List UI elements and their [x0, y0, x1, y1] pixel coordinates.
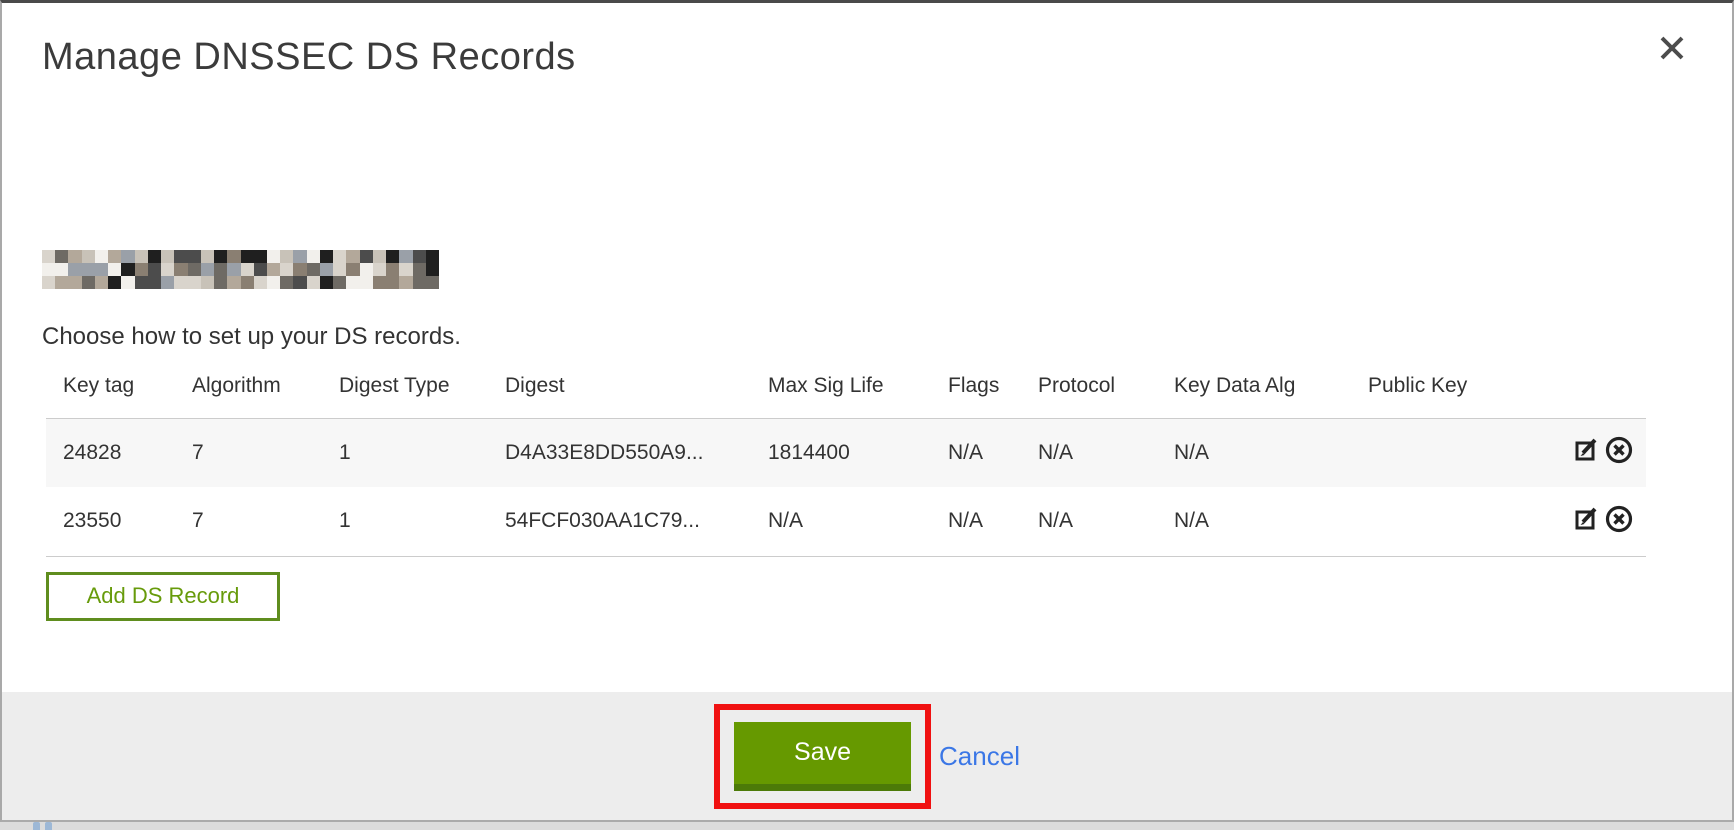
cell-digest: D4A33E8DD550A9...: [488, 418, 751, 487]
table-row: 24828 7 1 D4A33E8DD550A9... 1814400 N/A …: [46, 418, 1646, 487]
cell-max-sig-life: N/A: [751, 487, 931, 556]
cell-protocol: N/A: [1021, 487, 1157, 556]
ds-records-table: Key tag Algorithm Digest Type Digest Max…: [46, 371, 1646, 557]
edit-record-button[interactable]: [1574, 436, 1602, 464]
edit-record-button[interactable]: [1574, 505, 1602, 533]
page-title: Manage DNSSEC DS Records: [42, 35, 1692, 79]
column-header-digest: Digest: [488, 371, 751, 418]
cell-public-key: [1351, 418, 1541, 487]
column-header-key-tag: Key tag: [46, 371, 175, 418]
close-icon: [1657, 33, 1687, 63]
background-page-fragment: [33, 822, 55, 830]
delete-icon: [1604, 435, 1634, 465]
cell-flags: N/A: [931, 418, 1021, 487]
column-header-actions: [1541, 371, 1646, 418]
delete-record-button[interactable]: [1604, 504, 1634, 534]
table-header-row: Key tag Algorithm Digest Type Digest Max…: [46, 371, 1646, 418]
cell-algorithm: 7: [175, 487, 322, 556]
cell-digest-type: 1: [322, 487, 488, 556]
column-header-flags: Flags: [931, 371, 1021, 418]
table-row: 23550 7 1 54FCF030AA1C79... N/A N/A N/A …: [46, 487, 1646, 556]
cell-max-sig-life: 1814400: [751, 418, 931, 487]
add-ds-record-button[interactable]: Add DS Record: [46, 572, 280, 621]
cell-protocol: N/A: [1021, 418, 1157, 487]
edit-icon: [1574, 505, 1602, 533]
modal-footer: Save Cancel: [2, 692, 1732, 820]
column-header-key-data-alg: Key Data Alg: [1157, 371, 1351, 418]
cell-key-data-alg: N/A: [1157, 418, 1351, 487]
cell-algorithm: 7: [175, 418, 322, 487]
cell-key-tag: 24828: [46, 418, 175, 487]
background-page-edge: [0, 822, 1734, 830]
redacted-domain-name: [42, 250, 439, 289]
annotation-highlight-save: Save: [714, 704, 931, 809]
manage-dnssec-modal: Manage DNSSEC DS Records Choose how to s…: [0, 0, 1734, 822]
cell-key-tag: 23550: [46, 487, 175, 556]
delete-icon: [1604, 504, 1634, 534]
delete-record-button[interactable]: [1604, 435, 1634, 465]
cell-flags: N/A: [931, 487, 1021, 556]
cell-digest-type: 1: [322, 418, 488, 487]
cell-digest: 54FCF030AA1C79...: [488, 487, 751, 556]
column-header-protocol: Protocol: [1021, 371, 1157, 418]
edit-icon: [1574, 436, 1602, 464]
save-button[interactable]: Save: [734, 722, 911, 791]
cell-key-data-alg: N/A: [1157, 487, 1351, 556]
column-header-public-key: Public Key: [1351, 371, 1541, 418]
close-button[interactable]: [1657, 33, 1687, 63]
cell-public-key: [1351, 487, 1541, 556]
modal-content: Manage DNSSEC DS Records Choose how to s…: [2, 3, 1732, 692]
instruction-text: Choose how to set up your DS records.: [42, 322, 1692, 351]
cancel-link[interactable]: Cancel: [939, 741, 1020, 772]
column-header-algorithm: Algorithm: [175, 371, 322, 418]
column-header-max-sig-life: Max Sig Life: [751, 371, 931, 418]
column-header-digest-type: Digest Type: [322, 371, 488, 418]
